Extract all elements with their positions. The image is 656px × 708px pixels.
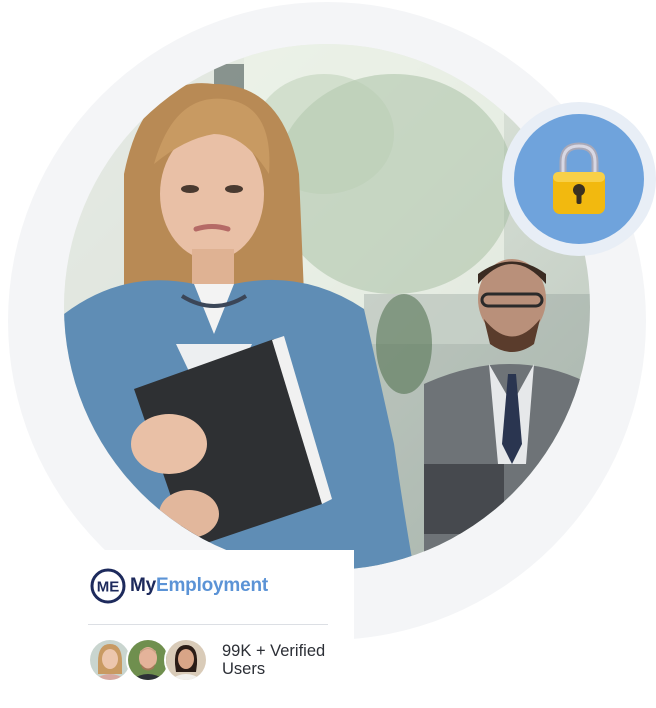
brand-name: MyEmployment (130, 575, 268, 597)
me-monogram-logo-icon: ME (90, 568, 126, 604)
svg-text:ME: ME (97, 579, 120, 596)
divider (88, 624, 328, 625)
user-avatar-man (128, 640, 168, 680)
brand-logo-row: ME MyEmployment (90, 568, 268, 604)
brand-card: ME MyEmployment 99K + Verified Users (64, 550, 354, 708)
hero-photo (64, 44, 590, 570)
avatar-group (88, 638, 208, 682)
user-avatar-woman (90, 640, 130, 680)
brand-name-primary: My (130, 575, 156, 596)
brand-name-accent: Employment (156, 575, 269, 596)
avatar (164, 638, 208, 682)
verified-users-row: 99K + Verified Users (88, 638, 342, 682)
lock-badge (514, 114, 644, 244)
verified-users-count: 99K + Verified Users (222, 642, 326, 678)
padlock-icon (553, 142, 605, 214)
user-avatar-woman-dark-hair (166, 640, 206, 680)
hero-photo-illustration (64, 44, 590, 570)
